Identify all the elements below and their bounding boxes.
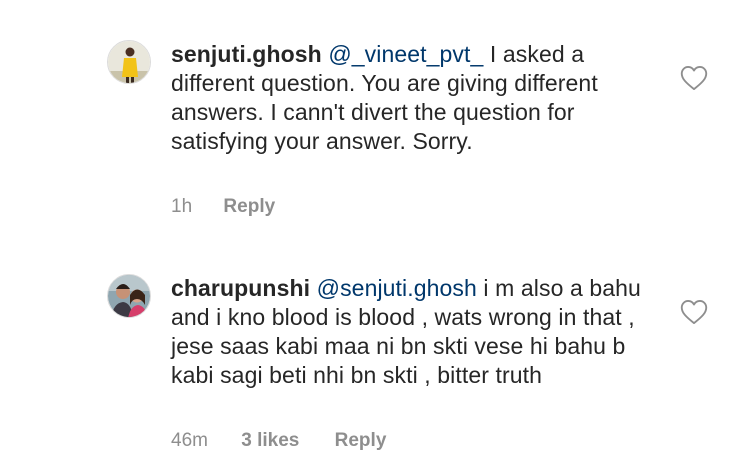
likes-count-link[interactable]: 3 likes <box>241 430 299 452</box>
reply-button[interactable]: Reply <box>335 430 387 452</box>
heart-outline-icon[interactable] <box>680 299 708 325</box>
comment-username[interactable]: charupunshi <box>171 275 310 301</box>
comment-time: 1h <box>171 196 193 217</box>
avatar-image <box>108 275 150 317</box>
comment-time: 46m <box>171 430 208 451</box>
comment-username[interactable]: senjuti.ghosh <box>171 41 322 67</box>
comment-mention[interactable]: @senjuti.ghosh <box>317 275 477 301</box>
comment-mention[interactable]: @_vineet_pvt_ <box>328 41 483 67</box>
user-avatar[interactable] <box>107 40 151 84</box>
comment-meta: 46m 3 likes Reply <box>171 430 386 452</box>
comment-meta: 1h Reply <box>171 196 275 218</box>
comment-text: charupunshi @senjuti.ghosh i m also a ba… <box>171 274 641 390</box>
user-avatar[interactable] <box>107 274 151 318</box>
heart-outline-icon[interactable] <box>680 65 708 91</box>
reply-button[interactable]: Reply <box>223 196 275 218</box>
comment-text: senjuti.ghosh @_vineet_pvt_ I asked a di… <box>171 40 641 156</box>
avatar-image <box>108 41 150 83</box>
